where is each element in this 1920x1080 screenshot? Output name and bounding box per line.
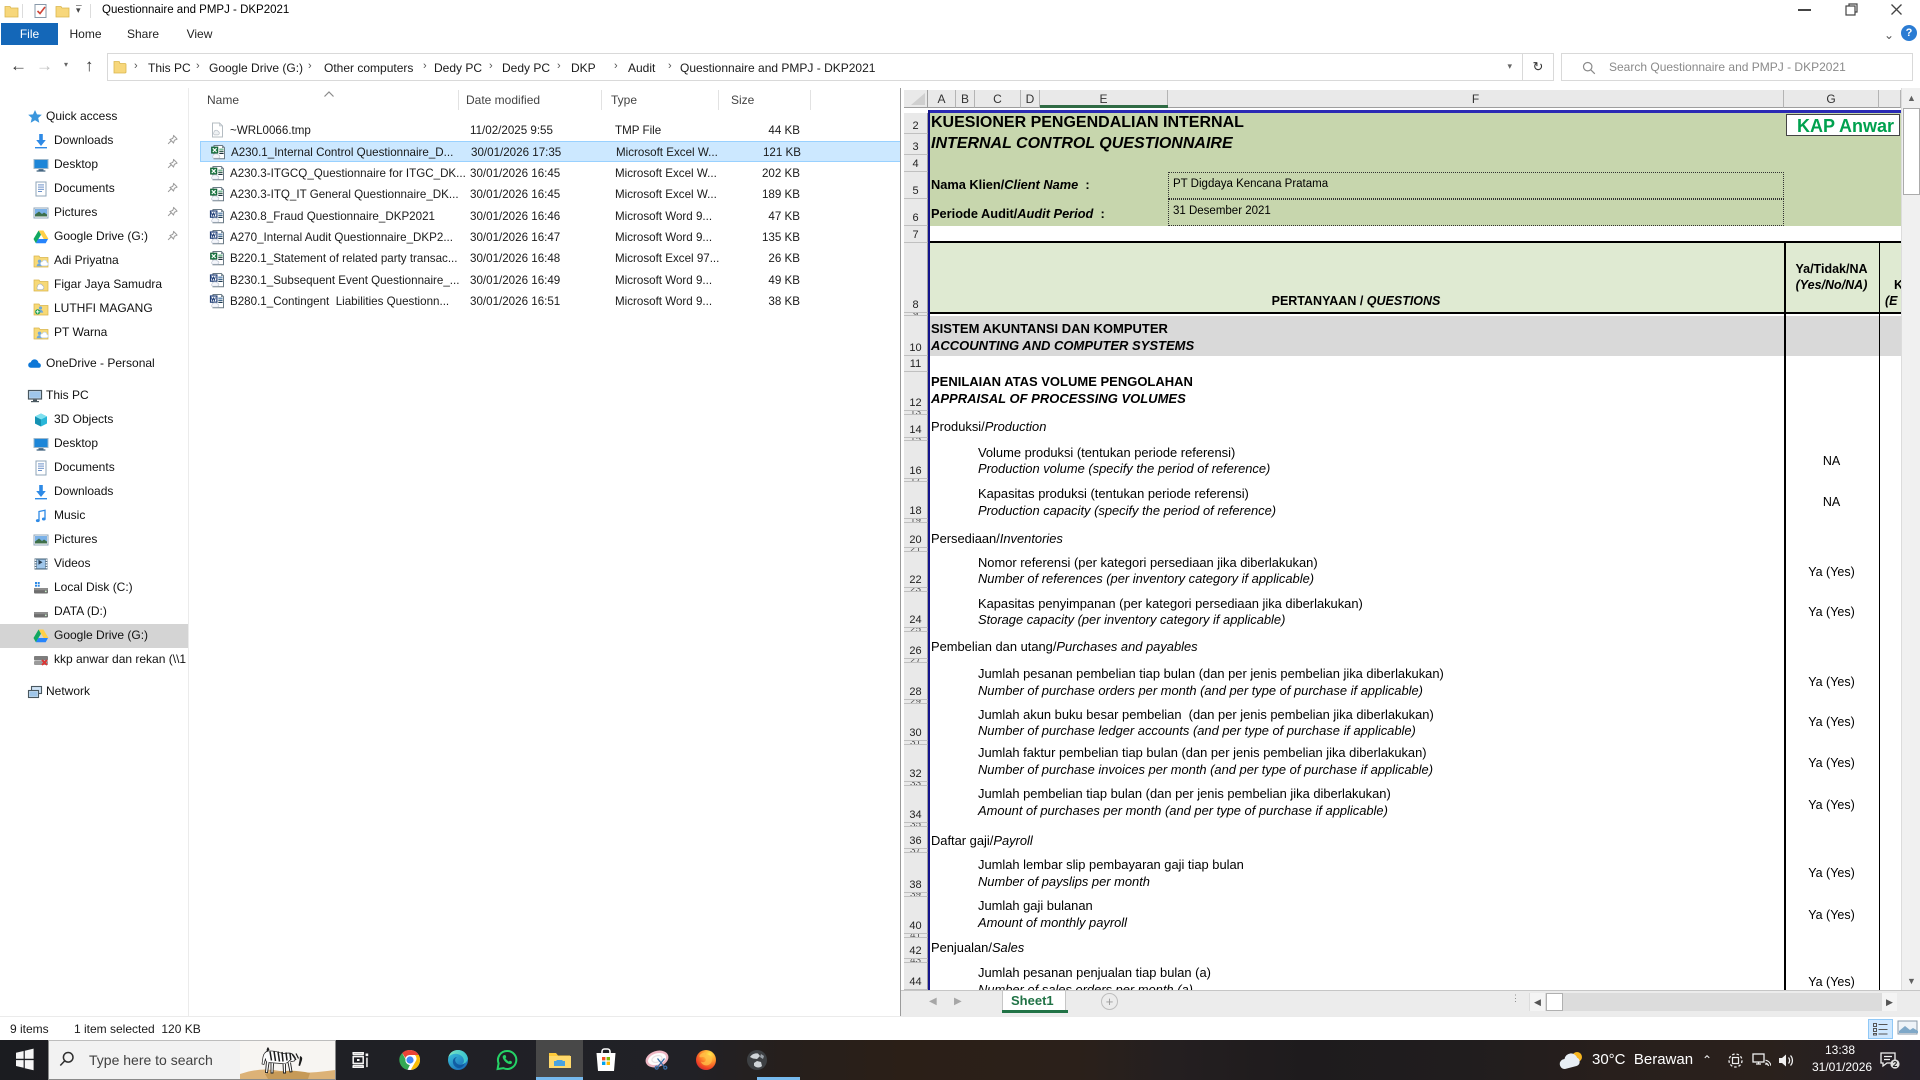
svg-text:2: 2 bbox=[1893, 1059, 1898, 1069]
